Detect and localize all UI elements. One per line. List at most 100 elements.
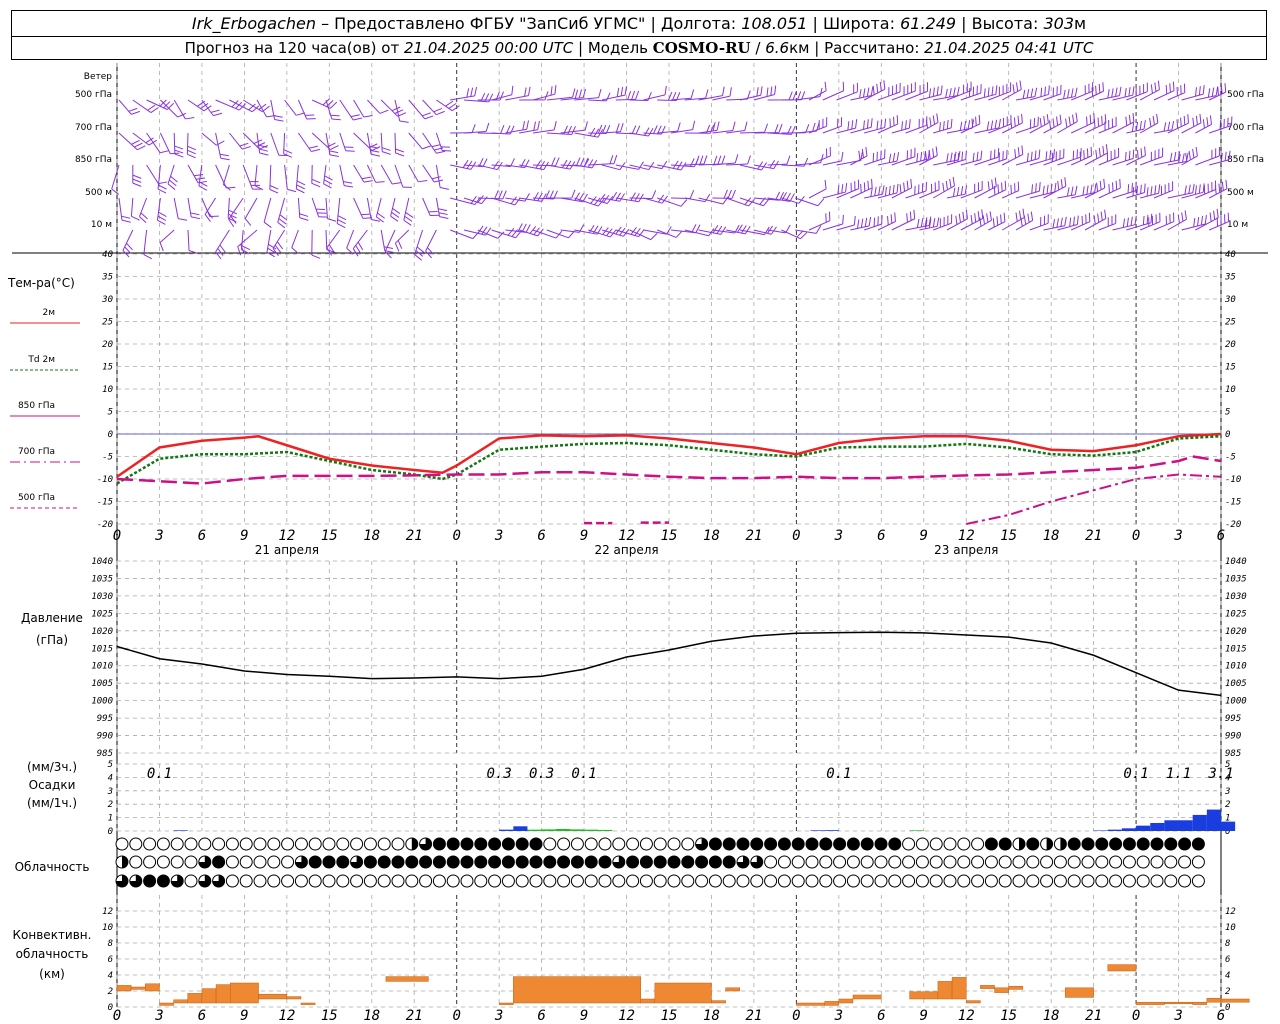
- wind-barb-flag: [871, 178, 873, 189]
- wind-barb-flag: [1171, 120, 1175, 130]
- wind-barb-flag: [1169, 83, 1171, 93]
- wind-barb-flag: [1059, 114, 1062, 124]
- wind-barb-flag: [1046, 114, 1049, 124]
- wind-barb-flag: [1207, 88, 1211, 98]
- wind-barb-flag: [273, 115, 283, 118]
- cloud-symbol: [391, 874, 405, 888]
- wind-barb: [227, 197, 230, 219]
- cloud-symbol: [474, 837, 488, 851]
- wind-barb-flag: [1131, 182, 1133, 192]
- cloud-symbol: [902, 874, 916, 888]
- y-tick-right: 6: [1225, 955, 1230, 965]
- y-tick-right: 4: [1225, 971, 1230, 981]
- wind-barb-flag: [1073, 216, 1075, 226]
- wind-barb-flag: [847, 121, 850, 131]
- wind-barb-flag: [1150, 84, 1153, 94]
- cloud-symbol: [391, 837, 405, 851]
- wind-barb-flag: [147, 104, 156, 111]
- cloud-symbol: [1026, 855, 1040, 869]
- wind-barb-flag: [572, 88, 576, 98]
- wind-barb-flag: [928, 88, 932, 98]
- y-tick-left: 1030: [91, 592, 113, 602]
- precip-unit-bottom: (мм/1ч.): [27, 796, 77, 810]
- wind-barb-flag: [993, 185, 996, 195]
- wind-barb-flag: [195, 177, 206, 180]
- wind-barb-flag: [887, 215, 889, 226]
- wind-barb-flag: [1010, 119, 1013, 129]
- cloud-symbol: [833, 874, 847, 888]
- y-tick-left: 10: [102, 923, 113, 933]
- wind-barb-flag: [481, 196, 488, 204]
- wind-barb-flag: [1136, 185, 1139, 195]
- wind-barb: [326, 229, 341, 249]
- wind-barb-flag: [932, 218, 936, 228]
- wind-barb-flag: [851, 120, 854, 130]
- wind-barb-flag: [609, 155, 614, 164]
- y-tick-right: 985: [1225, 749, 1241, 759]
- y-tick-right: 40: [1225, 250, 1236, 260]
- wind-barb-flag: [1132, 112, 1135, 123]
- cloud-symbol: [1081, 837, 1095, 851]
- conv-bar: [711, 1000, 726, 1004]
- cloud-symbol: [943, 855, 957, 869]
- wind-barb-flag: [1105, 144, 1108, 154]
- wind-barb: [244, 197, 258, 219]
- x-tick-bottom: 15: [1000, 1008, 1017, 1024]
- wind-barb-flag: [920, 152, 923, 162]
- wind-barb-flag: [982, 215, 986, 225]
- cloud-symbol: [557, 855, 571, 869]
- wind-barb-flag: [615, 123, 620, 133]
- wind-barb-flag: [1064, 177, 1067, 187]
- wind-barb-flag: [1060, 179, 1063, 189]
- wind-barb-flag: [1195, 87, 1197, 97]
- wind-barb-flag: [774, 124, 779, 133]
- wind-barb-flag: [1187, 114, 1189, 124]
- y-tick-right: 995: [1225, 714, 1241, 724]
- cloud-half: [1019, 838, 1025, 850]
- cloud-symbol: [998, 874, 1012, 888]
- wind-level-left: 850 гПа: [75, 155, 112, 165]
- wind-barb-flag: [803, 157, 809, 167]
- cloud-symbol: [129, 837, 143, 851]
- wind-barb-flag: [689, 158, 695, 167]
- wind-barb-flag: [991, 179, 994, 189]
- wind-barb: [988, 221, 1006, 231]
- cloud-symbol: [446, 855, 460, 869]
- cloud-symbol: [143, 874, 157, 888]
- wind-barb-flag: [132, 174, 142, 179]
- cloud-symbol: [1067, 837, 1081, 851]
- wind-barb: [297, 99, 308, 120]
- precip-3h-label: 0.1: [826, 766, 851, 782]
- wind-barb-flag: [824, 179, 827, 189]
- wind-barb-flag: [111, 188, 120, 195]
- wind-barb-flag: [664, 85, 667, 95]
- wind-barb: [173, 197, 179, 219]
- wind-barb-flag: [995, 85, 998, 95]
- cloud-symbol: [791, 855, 805, 869]
- wind-barb-flag: [1167, 121, 1171, 131]
- wind-barb-flag: [1015, 212, 1018, 222]
- wind-barb-flag: [134, 142, 143, 148]
- wind-barb-flag: [778, 124, 783, 133]
- wind-barb-flag: [1017, 115, 1020, 125]
- y-tick-right: 15: [1225, 363, 1236, 373]
- wind-barb: [988, 189, 1007, 199]
- wind-barb: [380, 164, 393, 185]
- wind-barb-flag: [884, 118, 887, 128]
- wind-barb-flag: [1071, 114, 1075, 124]
- wind-barb-flag: [392, 208, 401, 214]
- wind-barb-flag: [1143, 183, 1146, 193]
- wind-barb-flag: [1209, 115, 1212, 125]
- wind-barb-flag: [287, 188, 297, 193]
- y-tick-right: 2: [1225, 800, 1230, 810]
- wind-barb: [325, 197, 328, 219]
- wind-barb-flag: [451, 105, 460, 112]
- wind-barb-flag: [537, 120, 540, 130]
- wind-barb-flag: [1146, 187, 1149, 197]
- cloud-symbol: [1178, 837, 1192, 851]
- cloud-symbol: [143, 837, 157, 851]
- cloud-symbol: [805, 874, 819, 888]
- cloud-symbol: [570, 855, 584, 869]
- wind-barb-flag: [166, 102, 175, 110]
- cloud-symbol: [184, 837, 198, 851]
